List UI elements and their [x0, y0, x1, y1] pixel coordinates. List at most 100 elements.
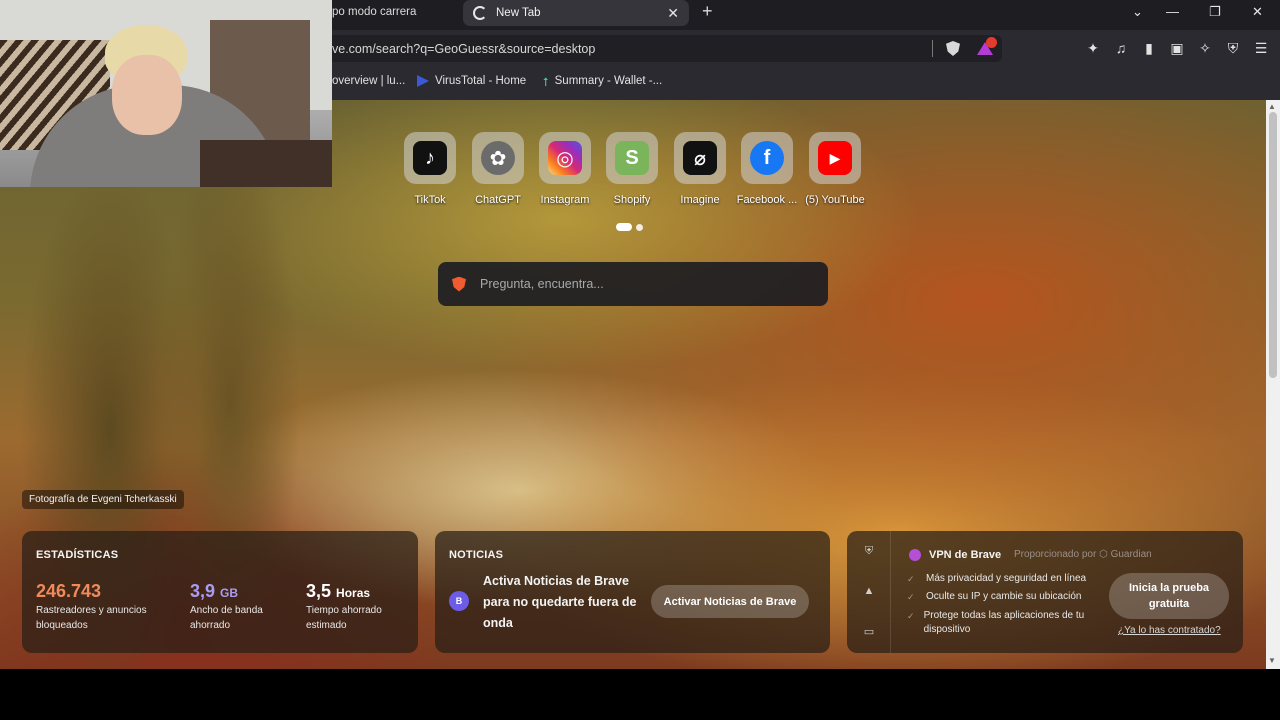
news-promo-text: Activa Noticias de Brave para no quedart… — [483, 574, 637, 630]
stat-unit: GB — [220, 586, 239, 600]
bookmark-label: Summary - Wallet -... — [554, 75, 663, 87]
vpn-provider: Proporcionado por ⬡ Guardian — [1014, 549, 1152, 560]
imagine-icon: ⌀ — [683, 141, 717, 175]
video-icon[interactable]: ▭ — [862, 625, 876, 639]
check-icon: ✓ — [907, 611, 915, 621]
top-site-tile: ▶ — [809, 132, 861, 184]
top-site-tile: ◎ — [539, 132, 591, 184]
youtube-icon: ▶ — [818, 141, 852, 175]
stat-value: 3,9 — [190, 581, 216, 601]
wallet-icon[interactable]: ▣ — [1169, 40, 1185, 56]
top-site-label: ChatGPT — [475, 194, 521, 206]
brave-news-icon: B — [449, 591, 469, 611]
check-icon: ✓ — [907, 592, 915, 602]
loading-spinner-icon — [473, 6, 487, 20]
pager-dot-active[interactable] — [616, 223, 632, 231]
brave-search-icon — [452, 276, 466, 292]
leo-ai-icon[interactable]: ✧ — [1197, 40, 1213, 56]
vpn-card: ⛨ ▲ ▭ VPN de Brave Proporcionado por ⬡ G… — [847, 531, 1243, 653]
webcam-overlay — [0, 0, 332, 187]
bookmark-overview[interactable]: overview | lu... — [332, 75, 405, 87]
scrollbar-thumb[interactable] — [1269, 112, 1277, 378]
top-site-label: Facebook ... — [736, 194, 798, 206]
bookmark-wallet-summary[interactable]: ⭡ Summary - Wallet -... — [543, 75, 663, 89]
letterbox-bar — [0, 669, 1280, 720]
top-site-label: (5) YouTube — [805, 194, 865, 206]
vpn-feature-text: Oculte su IP y cambie su ubicación — [926, 591, 1082, 602]
stat-desc-line: Tiempo ahorrado — [306, 605, 382, 616]
stat-value: 3,5 — [306, 581, 332, 601]
stat-desc-line: ahorrado — [190, 620, 231, 631]
vpn-title: VPN de Brave — [929, 549, 1002, 561]
top-site-facebook[interactable]: f Facebook ... — [733, 132, 801, 206]
top-site-tile: ⌀ — [674, 132, 726, 184]
menu-icon[interactable]: ☰ — [1253, 40, 1269, 56]
bandwidth-saved-value: 3,9 GB — [190, 581, 238, 602]
address-bar[interactable]: ve.com/search?q=GeoGuessr&source=desktop — [320, 35, 1002, 62]
address-separator — [932, 40, 933, 57]
top-site-instagram[interactable]: ◎ Instagram — [531, 132, 599, 206]
rewards-badge — [986, 37, 997, 48]
vpn-feature-item: ✓ Más privacidad y seguridad en línea — [907, 572, 1086, 586]
top-site-imagine[interactable]: ⌀ Imagine — [666, 132, 734, 206]
tiktok-icon: ♪ — [413, 141, 447, 175]
top-site-label: Instagram — [540, 194, 590, 206]
top-site-label: Imagine — [680, 194, 720, 206]
chatgpt-icon: ✿ — [481, 141, 515, 175]
vpn-feature-text: Más privacidad y seguridad en línea — [926, 573, 1087, 584]
vpn-already-purchased-link[interactable]: ¿Ya lo has contratado? — [1118, 625, 1221, 636]
trackers-blocked-desc: Rastreadores y anuncios bloqueados — [36, 603, 147, 633]
trackers-blocked-value: 246.743 — [36, 581, 102, 601]
top-site-tiktok[interactable]: ♪ TikTok — [396, 132, 464, 206]
top-site-label: Shopify — [613, 194, 651, 206]
vpn-feature-item: ✓ Protege todas las aplicaciones de tu d… — [907, 609, 1087, 637]
stat-unit: Horas — [336, 586, 371, 600]
instagram-icon: ◎ — [548, 141, 582, 175]
stat-desc-line: bloqueados — [36, 620, 88, 631]
minimize-button[interactable]: — — [1166, 4, 1179, 19]
top-site-chatgpt[interactable]: ✿ ChatGPT — [464, 132, 532, 206]
photo-credit[interactable]: Fotografía de Evgeni Tcherkasski — [22, 490, 184, 509]
vpn-feature-item: ✓ Oculte su IP y cambie su ubicación — [907, 590, 1081, 604]
stats-title: ESTADÍSTICAS — [36, 549, 119, 561]
stat-desc-line: estimado — [306, 620, 347, 631]
warning-icon[interactable]: ▲ — [862, 585, 876, 599]
top-site-label: TikTok — [414, 194, 446, 206]
check-icon: ✓ — [907, 574, 915, 584]
tab-close-icon[interactable]: ✕ — [667, 5, 679, 22]
bookmark-virustotal[interactable]: VirusTotal - Home — [417, 75, 526, 87]
tab-search-dropdown-icon[interactable]: ⌄ — [1132, 4, 1143, 20]
vpn-logo-icon — [909, 549, 921, 561]
tab-previous[interactable]: po modo carrera — [332, 0, 460, 24]
top-sites-pager[interactable] — [616, 223, 643, 231]
widget-switcher: ⛨ ▲ ▭ — [847, 531, 891, 653]
time-saved-desc: Tiempo ahorrado estimado — [306, 603, 382, 633]
activate-news-button[interactable]: Activar Noticias de Brave — [651, 585, 809, 618]
top-site-shopify[interactable]: S Shopify — [598, 132, 666, 206]
close-window-button[interactable]: ✕ — [1252, 4, 1263, 20]
tab-new-tab[interactable]: New Tab ✕ — [463, 0, 689, 26]
time-saved-value: 3,5 Horas — [306, 581, 370, 602]
scroll-up-arrow-icon[interactable]: ▲ — [1268, 102, 1276, 111]
tab-previous-title: po modo carrera — [332, 6, 417, 18]
tab-active-title: New Tab — [496, 7, 541, 19]
vpn-free-trial-button[interactable]: Inicia la prueba gratuita — [1109, 573, 1229, 619]
restore-button[interactable]: ❐ — [1209, 4, 1221, 20]
facebook-icon: f — [750, 141, 784, 175]
extensions-icon[interactable]: ✦ — [1085, 40, 1101, 56]
search-placeholder: Pregunta, encuentra... — [480, 277, 604, 291]
shield-icon[interactable]: ⛨ — [862, 545, 876, 559]
webcam-face — [112, 55, 182, 135]
sidebar-icon[interactable]: ▮ — [1141, 40, 1157, 56]
search-input[interactable]: Pregunta, encuentra... — [438, 262, 828, 306]
new-tab-button[interactable]: + — [702, 2, 713, 20]
news-title: NOTICIAS — [449, 549, 504, 561]
music-icon[interactable]: ♫ — [1113, 40, 1129, 56]
shopify-icon: S — [615, 141, 649, 175]
virustotal-icon — [417, 75, 429, 87]
bandwidth-saved-desc: Ancho de banda ahorrado — [190, 603, 263, 633]
pager-dot[interactable] — [636, 223, 643, 231]
vpn-icon[interactable]: ⛨ — [1225, 40, 1241, 56]
top-site-youtube[interactable]: ▶ (5) YouTube — [801, 132, 869, 206]
scroll-down-arrow-icon[interactable]: ▼ — [1268, 656, 1276, 665]
